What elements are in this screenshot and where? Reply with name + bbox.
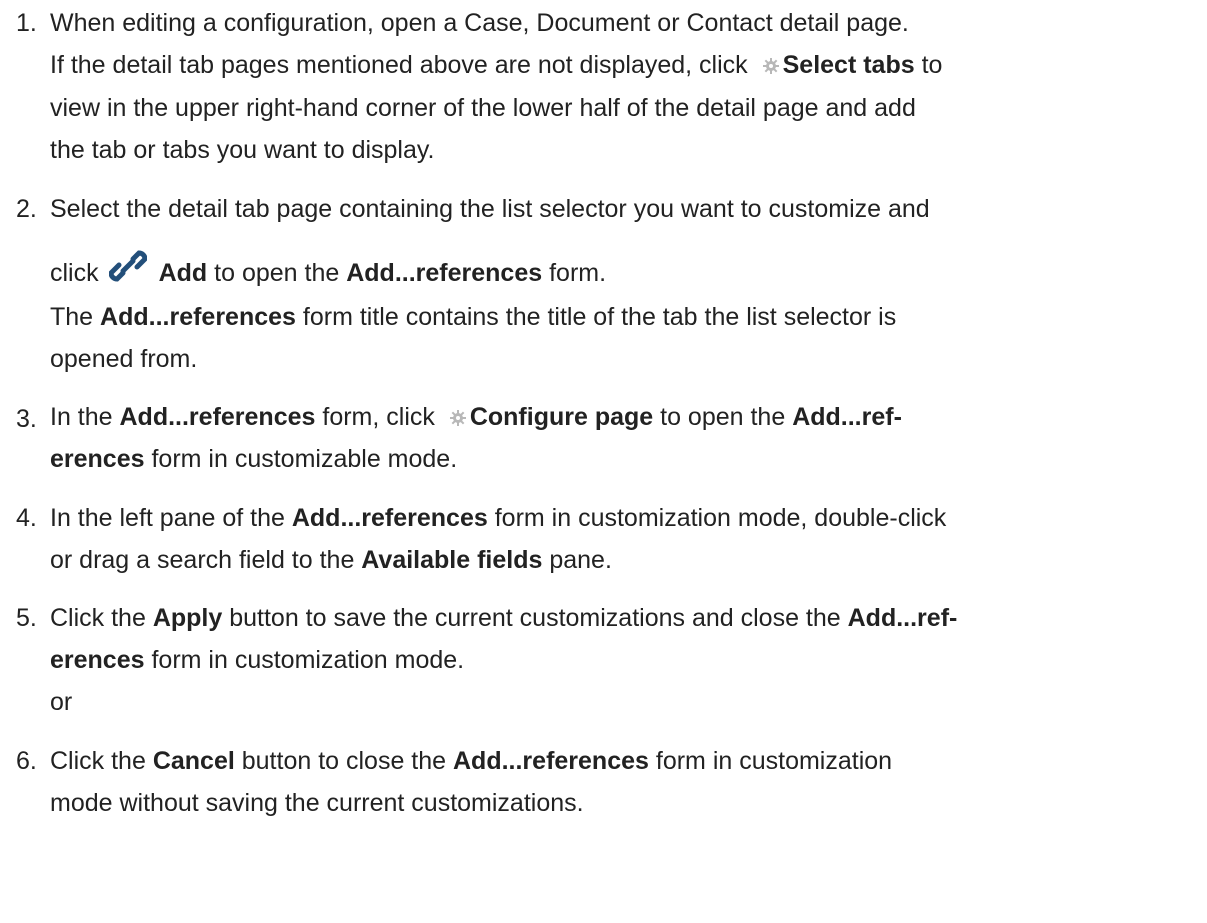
step-number: 3. (16, 405, 37, 433)
step-text-line: or drag a search field to the Available … (50, 546, 612, 575)
step-number: 1. (16, 9, 37, 37)
add-references-label: Add...ref- (792, 403, 902, 431)
add-references-label: Add...references (291, 504, 488, 532)
text-run: In the left pane of the (50, 504, 292, 532)
text-run: button to save the current customization… (222, 604, 848, 632)
text-run: or drag a search field to the (50, 546, 362, 574)
instruction-list: 1. When editing a configuration, open a … (0, 0, 1207, 923)
text-run: form in customizable mode. (144, 445, 458, 473)
add-references-label: Add...ref- (847, 604, 958, 632)
text-run: The (50, 303, 101, 331)
add-references-label: Add...references (453, 747, 649, 775)
apply-label: Apply (152, 604, 223, 632)
add-references-label: Add...references (100, 303, 296, 331)
text-run: In the (50, 403, 120, 431)
text-run: pane. (542, 546, 612, 574)
step-text-line: view in the upper right-hand corner of t… (50, 94, 916, 122)
step-text-line: Click the Apply button to save the curre… (50, 604, 957, 633)
add-references-label: Add...references (346, 259, 543, 287)
step-number: 4. (16, 504, 37, 532)
gear-icon (449, 410, 466, 426)
text-run: If the detail tab pages mentioned above … (50, 51, 755, 79)
step-number: 6. (16, 747, 37, 775)
text-run: button to close the (234, 747, 453, 775)
step-text-line: In the left pane of the Add...references… (50, 504, 946, 533)
text-run: form in customization mode. (144, 646, 465, 674)
step-text-line: opened from. (50, 345, 198, 373)
step-text-line: click Add to open the Add...references fo… (50, 247, 606, 288)
text-run: form in customization mode, double-click (487, 504, 947, 532)
configure-page-label: Configure page (469, 403, 654, 431)
add-references-label: erences (50, 646, 145, 674)
step-text-line: mode without saving the current customiz… (50, 789, 584, 817)
text-run: click (50, 259, 99, 287)
step-text-line: or (50, 688, 73, 716)
text-run: to open the (207, 259, 347, 287)
available-fields-label: Available fields (361, 546, 543, 574)
cancel-label: Cancel (152, 747, 235, 775)
gear-icon (762, 58, 779, 74)
step-text-line: When editing a configuration, open a Cas… (50, 9, 909, 37)
link-icon (108, 250, 147, 282)
step-text-line: erences form in customizable mode. (50, 445, 457, 474)
select-tabs-label: Select tabs (782, 51, 915, 79)
text-run: Click the (50, 747, 153, 775)
step-text-line: The Add...references form title contains… (50, 303, 896, 332)
step-text-line: Select the detail tab page containing th… (50, 195, 930, 223)
text-run: to open the (653, 403, 793, 431)
add-references-label: Add...references (119, 403, 316, 431)
step-text-line: If the detail tab pages mentioned above … (50, 51, 942, 80)
text-run: Click the (50, 604, 153, 632)
text-run: form title contains the title of the tab… (295, 303, 897, 331)
add-label: Add (158, 259, 208, 287)
step-text-line: erences form in customization mode. (50, 646, 464, 675)
text-run: form in customization (648, 747, 893, 775)
text-run: form, click (315, 403, 442, 431)
step-number: 5. (16, 604, 37, 632)
add-references-label: erences (50, 445, 145, 473)
step-text-line: Click the Cancel button to close the Add… (50, 747, 892, 776)
step-text-line: In the Add...references form, click Conf… (50, 403, 902, 432)
text-run: form. (542, 259, 607, 287)
text-run: to (914, 51, 943, 79)
step-number: 2. (16, 195, 37, 223)
step-text-line: the tab or tabs you want to display. (50, 136, 435, 164)
